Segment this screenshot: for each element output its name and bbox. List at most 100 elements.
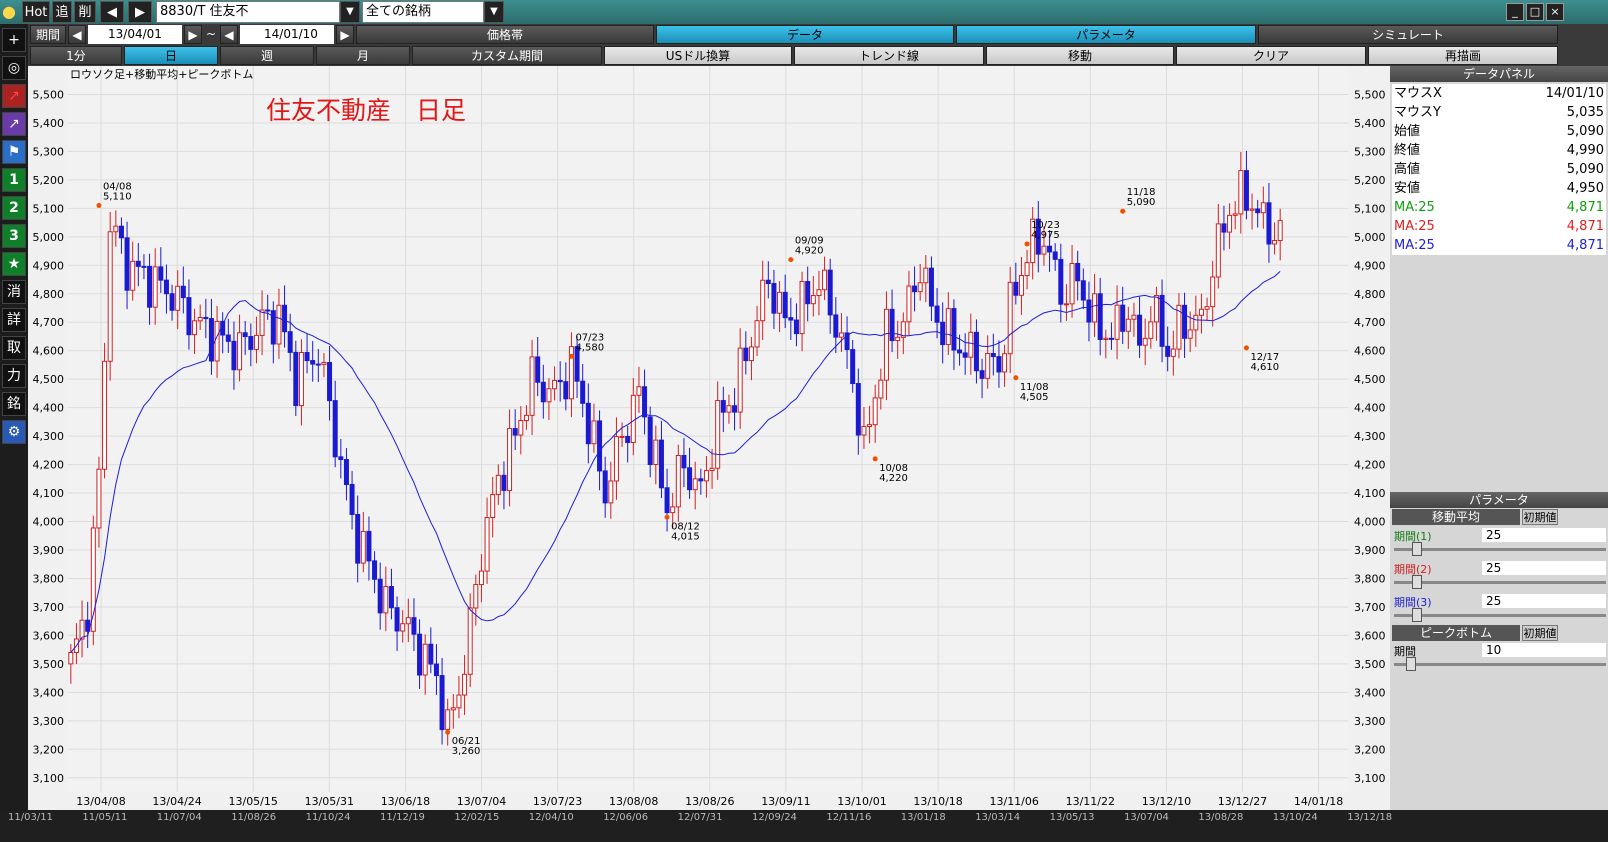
to-next-button[interactable]: ▶: [336, 25, 354, 44]
symbol-select[interactable]: 8830/T 住友不: [156, 1, 340, 23]
period-input[interactable]: 25: [1482, 594, 1606, 608]
candle-body: [934, 305, 940, 323]
symbol-dropdown-icon[interactable]: ▼: [340, 1, 360, 23]
bottom-axis-label: 11/07/04: [156, 812, 202, 823]
chart-area[interactable]: 5,500 5,400 5,300 5,200 5,100 5,000 4,900 4,800…: [28, 66, 1390, 810]
move-button[interactable]: 移動: [986, 46, 1174, 65]
tab-monthly[interactable]: 月: [316, 46, 410, 65]
data-panel-value: 4,871: [1566, 200, 1604, 215]
camera-icon[interactable]: ◎: [2, 56, 26, 80]
bottom-axis-label: 11/08/26: [231, 812, 277, 823]
bottom-scroll-axis[interactable]: 11/03/11 11/05/11 11/07/04 11/08/26 11/10/24…: [0, 810, 1608, 842]
from-prev-button[interactable]: ◀: [68, 25, 86, 44]
candle-body: [647, 416, 653, 465]
candle-body: [462, 673, 468, 696]
x-tick-label: 13/07/23: [533, 795, 582, 808]
period-slider-knob[interactable]: [1412, 608, 1422, 622]
data-panel-title: データパネル: [1390, 66, 1608, 82]
usd-convert-button[interactable]: USドル換算: [604, 46, 792, 65]
period-slider[interactable]: [1394, 542, 1606, 556]
candle-body: [282, 304, 288, 333]
trendline-button[interactable]: トレンド線: [794, 46, 984, 65]
tab-weekly[interactable]: 週: [220, 46, 314, 65]
erase-button[interactable]: 消: [2, 280, 26, 304]
bottom-axis-label: 11/12/19: [380, 812, 425, 823]
star-icon[interactable]: ★: [2, 252, 26, 276]
flag-icon[interactable]: ⚑: [2, 140, 26, 164]
data-panel-key: MA:25: [1394, 219, 1435, 234]
candle-body: [771, 283, 777, 314]
to-date-input[interactable]: 14/01/10: [240, 25, 334, 44]
candle-body: [827, 269, 833, 316]
candle-body: [208, 318, 214, 362]
close-button[interactable]: ×: [1546, 3, 1564, 21]
delete-button[interactable]: 削: [74, 1, 96, 23]
stock-button[interactable]: 銘: [2, 392, 26, 416]
market-dropdown-icon[interactable]: ▼: [484, 1, 504, 23]
tab-simulate[interactable]: シミュレート: [1258, 25, 1558, 44]
minimize-button[interactable]: _: [1506, 3, 1524, 21]
redraw-button[interactable]: 再描画: [1368, 46, 1558, 65]
candle-body: [107, 231, 113, 362]
from-date-input[interactable]: 13/04/01: [88, 25, 182, 44]
from-next-button[interactable]: ▶: [184, 25, 202, 44]
candle-body: [1182, 304, 1188, 339]
crosshair-icon[interactable]: +: [2, 28, 26, 52]
input-button[interactable]: 力: [2, 364, 26, 388]
peak-value-label: 5,090: [1127, 197, 1156, 208]
candle-body: [360, 530, 366, 564]
candlestick-chart[interactable]: 5,500 5,400 5,300 5,200 5,100 5,000 4,900 4,800…: [28, 66, 1390, 810]
peak-bottom-slider[interactable]: [1394, 657, 1606, 671]
ma-reset-button[interactable]: 初期値: [1522, 509, 1558, 525]
bulb-icon[interactable]: ●: [2, 1, 20, 23]
tab-price-band[interactable]: 価格帯: [356, 25, 654, 44]
peak-bottom-period-input[interactable]: 10: [1482, 643, 1606, 657]
add-button[interactable]: 追: [52, 1, 72, 23]
peak-bottom-slider-knob[interactable]: [1406, 657, 1416, 671]
period-slider[interactable]: [1394, 575, 1606, 589]
prev-symbol-button[interactable]: ◀: [100, 1, 124, 23]
candle-body: [833, 314, 839, 338]
tab-daily[interactable]: 日: [124, 46, 218, 65]
preset-2-button[interactable]: 2: [2, 196, 26, 220]
to-prev-button[interactable]: ◀: [220, 25, 238, 44]
chart-red-icon[interactable]: ↗: [2, 84, 26, 108]
candle-body: [1024, 262, 1030, 277]
peak-value-label: 3,260: [452, 746, 481, 757]
tab-parameter[interactable]: パラメータ: [956, 25, 1256, 44]
clear-button[interactable]: クリア: [1176, 46, 1366, 65]
candle-body: [878, 379, 884, 399]
tab-1min[interactable]: 1分: [30, 46, 122, 65]
tab-custom-period[interactable]: カスタム期間: [412, 46, 602, 65]
chart-purple-icon[interactable]: ↗: [2, 112, 26, 136]
candle-body: [1249, 208, 1255, 211]
period-input[interactable]: 25: [1482, 528, 1606, 542]
tab-data[interactable]: データ: [656, 25, 954, 44]
maximize-button[interactable]: □: [1526, 3, 1544, 21]
candle-body: [546, 388, 552, 403]
market-select[interactable]: 全ての銘柄: [362, 1, 484, 23]
detail-button[interactable]: 詳: [2, 308, 26, 332]
candle-body: [540, 381, 546, 403]
candle-body: [692, 478, 698, 491]
preset-3-button[interactable]: 3: [2, 224, 26, 248]
period-slider-knob[interactable]: [1412, 542, 1422, 556]
period-input[interactable]: 25: [1482, 561, 1606, 575]
data-panel-key: マウスY: [1394, 105, 1441, 120]
candle-body: [1097, 293, 1103, 340]
y-tick-right: 3,400: [1354, 686, 1386, 699]
candle-body: [259, 309, 265, 336]
candle-body: [715, 400, 721, 469]
candle-body: [130, 260, 136, 291]
period-slider[interactable]: [1394, 608, 1606, 622]
period-slider-knob[interactable]: [1412, 575, 1422, 589]
fetch-button[interactable]: 取: [2, 336, 26, 360]
candle-body: [1013, 281, 1019, 296]
peak-bottom-reset-button[interactable]: 初期値: [1522, 625, 1558, 641]
preset-1-button[interactable]: 1: [2, 168, 26, 192]
hot-button[interactable]: Hot: [22, 1, 50, 23]
data-panel-key: マウスX: [1394, 86, 1442, 101]
next-symbol-button[interactable]: ▶: [128, 1, 152, 23]
settings-gear-icon[interactable]: ⚙: [2, 420, 26, 444]
data-panel-row: MA:25 4,871: [1392, 236, 1606, 255]
